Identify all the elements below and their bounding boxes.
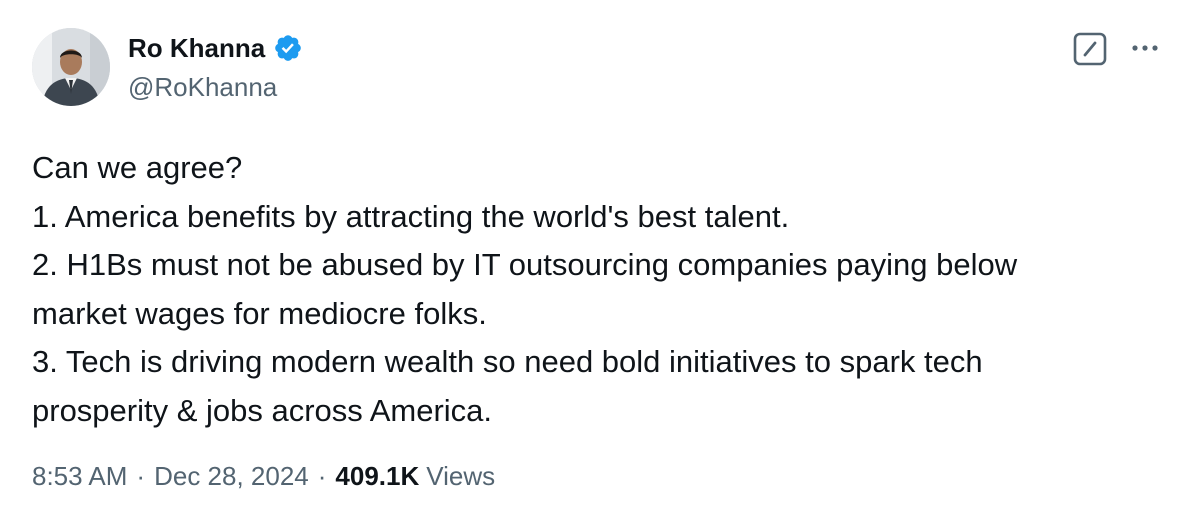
avatar[interactable] [32, 28, 110, 106]
meta-separator: · [317, 460, 327, 491]
more-dots-icon[interactable] [1128, 36, 1162, 60]
tweet-timestamp-date[interactable]: Dec 28, 2024 [154, 461, 309, 492]
tweet-text: Can we agree? 1. America benefits by att… [32, 144, 1172, 435]
tweet-text-line: 1. America benefits by attracting the wo… [32, 198, 790, 234]
tweet-text-line: prosperity & jobs across America. [32, 392, 493, 428]
author-name-row: Ro Khanna [128, 30, 303, 66]
grok-icon[interactable] [1072, 31, 1108, 67]
meta-separator: · [136, 460, 146, 491]
tweet-text-line: 2. H1Bs must not be abused by IT outsour… [32, 247, 1018, 282]
views-count[interactable]: 409.1K [335, 461, 419, 492]
author-handle[interactable]: @RoKhanna [128, 72, 277, 103]
tweet-text-line: 3. Tech is driving modern wealth so need… [32, 344, 983, 379]
author-display-name[interactable]: Ro Khanna [128, 33, 265, 64]
tweet-text-line: Can we agree? [32, 150, 243, 185]
tweet-text-line: market wages for mediocre folks. [32, 295, 487, 331]
tweet-timestamp-time[interactable]: 8:53 AM [32, 461, 127, 492]
verified-badge-icon[interactable] [273, 33, 303, 63]
tweet-meta: 8:53 AM · Dec 28, 2024 · 409.1K Views [32, 456, 495, 496]
views-label[interactable]: Views [426, 461, 495, 492]
tweet-card: Ro Khanna @RoKhanna Can we agree? 1. Ame… [0, 0, 1196, 506]
